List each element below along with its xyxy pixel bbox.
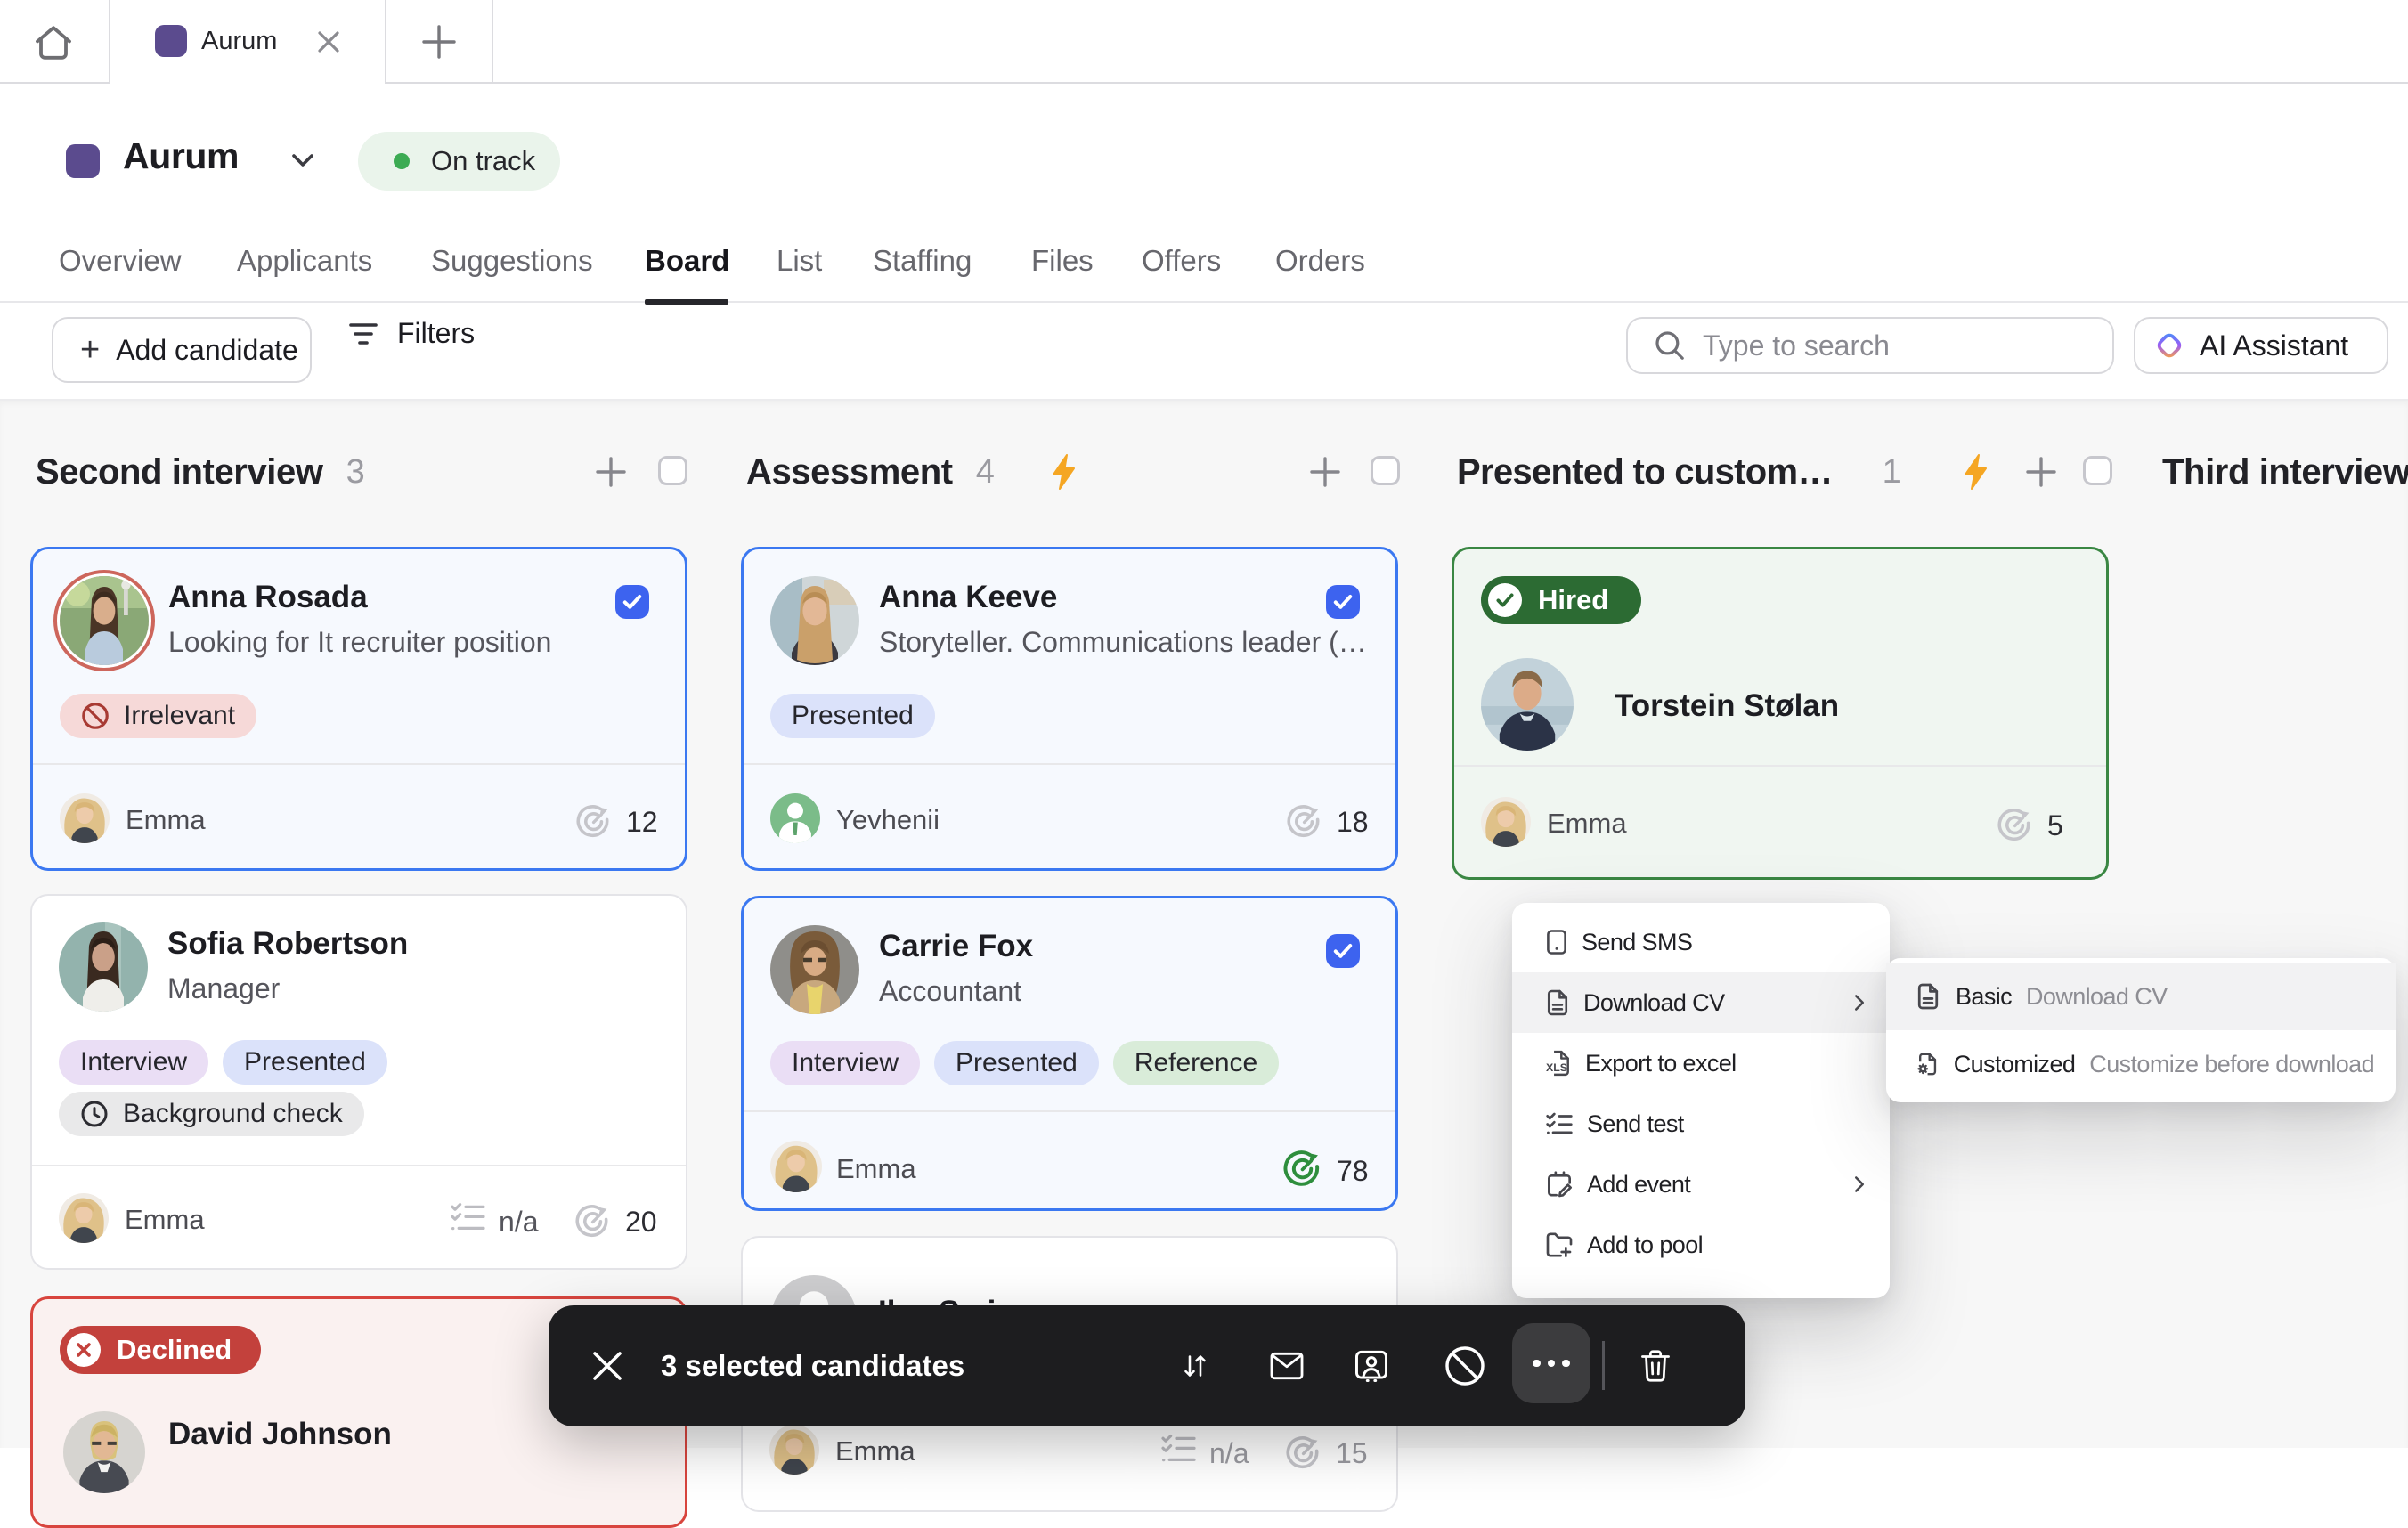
svg-text:XLS: XLS bbox=[1546, 1061, 1567, 1074]
